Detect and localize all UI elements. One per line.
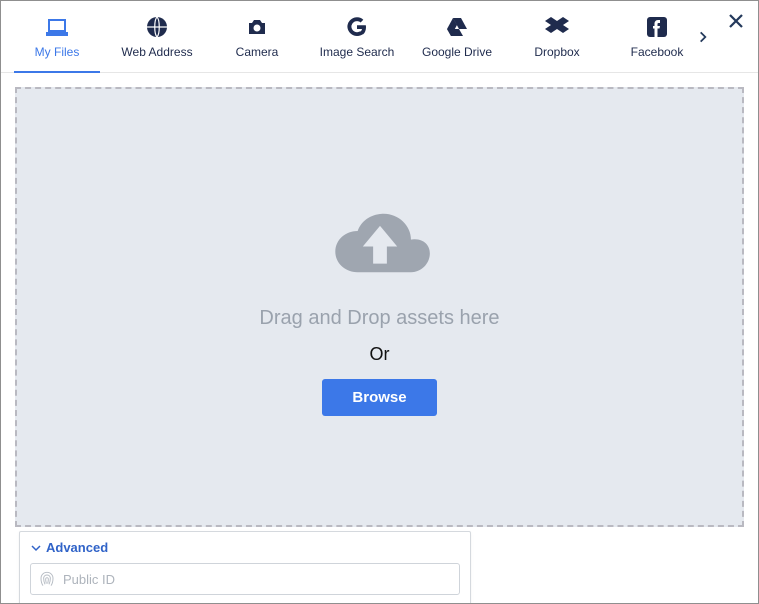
upload-body: Drag and Drop assets here Or Browse Adva… — [1, 73, 758, 603]
cloud-upload-icon — [325, 198, 435, 293]
tab-label: Web Address — [121, 45, 192, 59]
tab-dropbox[interactable]: Dropbox — [507, 1, 607, 73]
camera-icon — [245, 15, 269, 39]
tab-web-address[interactable]: Web Address — [107, 1, 207, 73]
tab-my-files[interactable]: My Files — [7, 1, 107, 73]
advanced-title: Advanced — [46, 540, 108, 555]
public-id-input[interactable] — [63, 572, 451, 587]
dropzone-headline: Drag and Drop assets here — [259, 307, 499, 330]
close-button[interactable] — [722, 7, 750, 35]
google-drive-icon — [445, 15, 469, 39]
dropzone-or: Or — [370, 344, 390, 365]
tab-label: Image Search — [320, 45, 395, 59]
browse-button[interactable]: Browse — [322, 379, 436, 416]
tab-image-search[interactable]: Image Search — [307, 1, 407, 73]
upload-widget: My Files Web Address Camera Image Search… — [0, 0, 759, 604]
globe-icon — [145, 15, 169, 39]
laptop-icon — [45, 15, 69, 39]
advanced-panel: Advanced — [19, 531, 471, 604]
tab-label: Google Drive — [422, 45, 492, 59]
tab-label: My Files — [35, 45, 80, 59]
dropbox-icon — [545, 15, 569, 39]
dropzone[interactable]: Drag and Drop assets here Or Browse — [15, 87, 744, 527]
sources-scroll-next[interactable] — [688, 1, 718, 72]
tab-camera[interactable]: Camera — [207, 1, 307, 73]
close-icon — [727, 12, 745, 30]
tab-label: Facebook — [631, 45, 684, 59]
source-tabbar: My Files Web Address Camera Image Search… — [1, 1, 758, 73]
tab-label: Camera — [236, 45, 279, 59]
google-g-icon — [345, 15, 369, 39]
fingerprint-icon — [39, 571, 55, 587]
tab-google-drive[interactable]: Google Drive — [407, 1, 507, 73]
public-id-field[interactable] — [30, 563, 460, 595]
tab-label: Dropbox — [534, 45, 579, 59]
facebook-icon — [645, 15, 669, 39]
chevron-down-icon — [30, 542, 42, 554]
advanced-toggle[interactable]: Advanced — [30, 540, 460, 555]
chevron-right-icon — [696, 30, 710, 44]
